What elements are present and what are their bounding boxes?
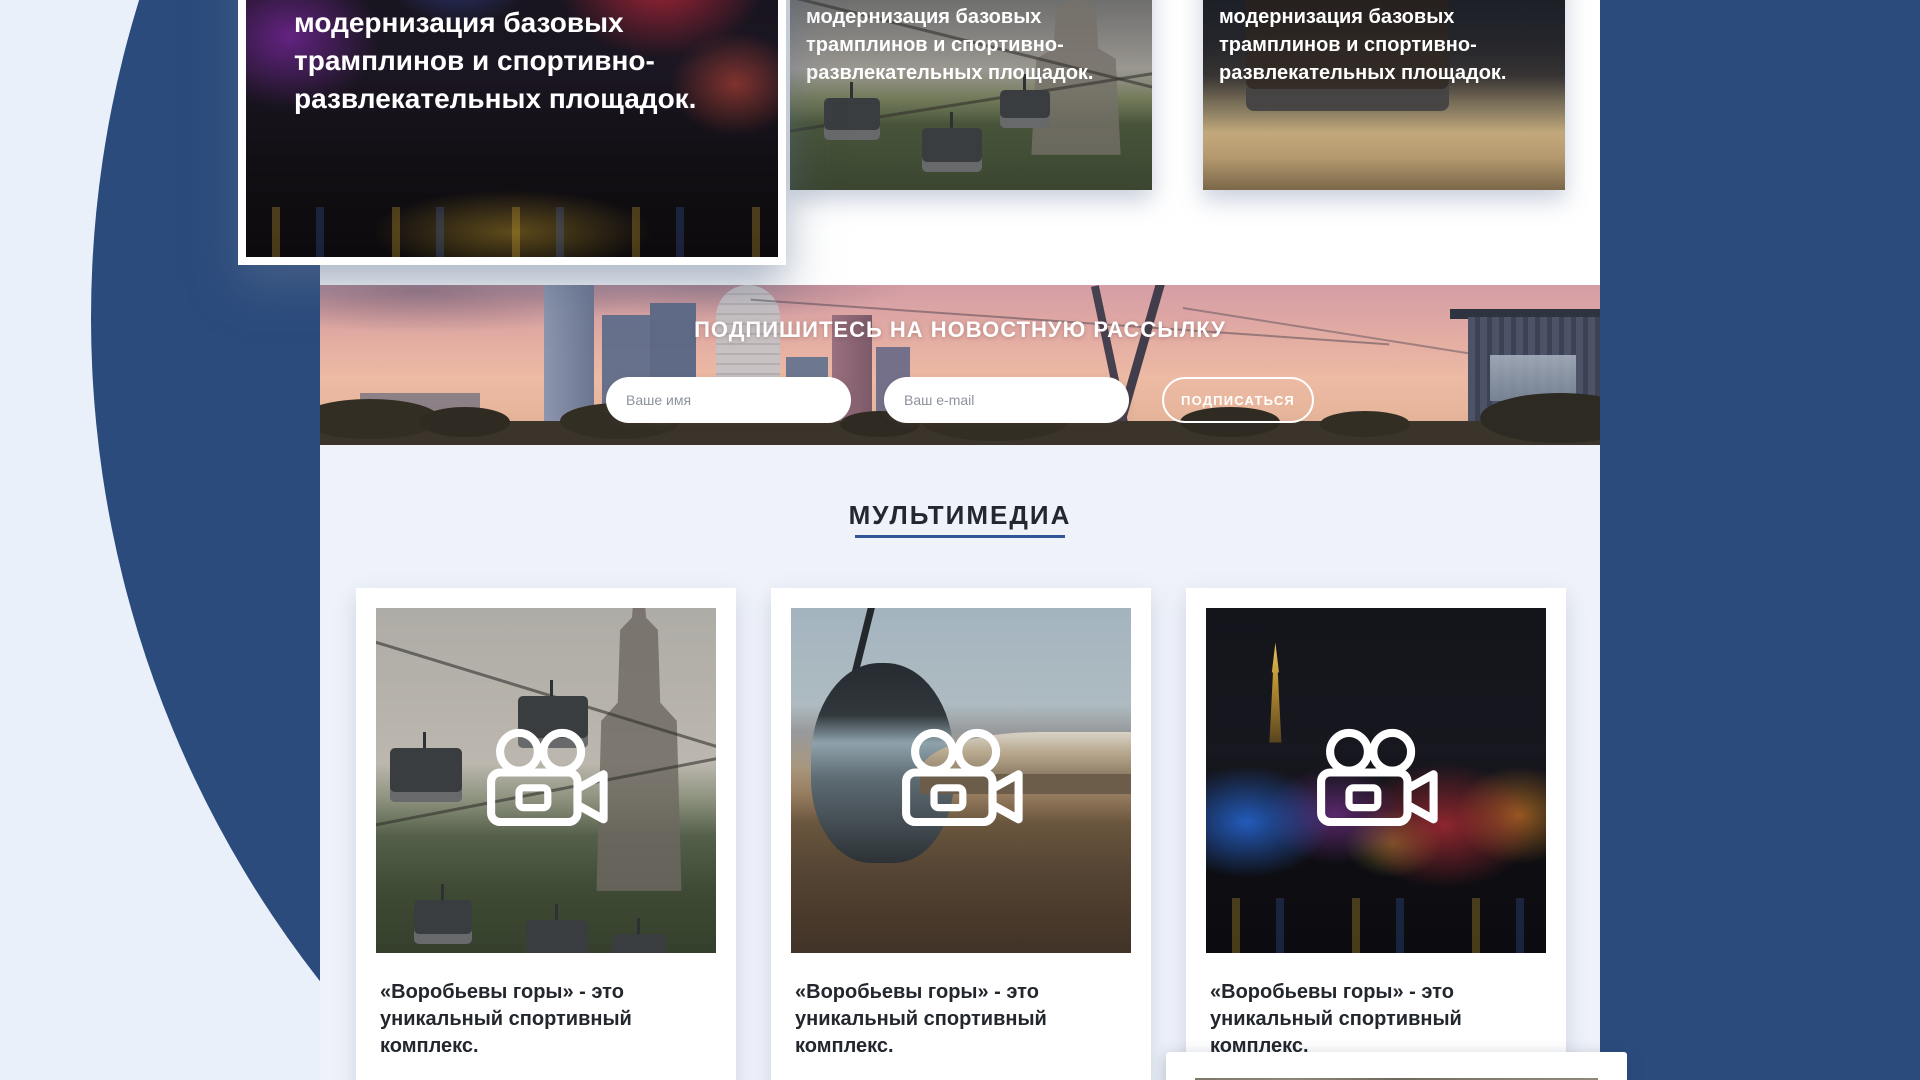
video-card-caption: «Воробьевы горы» - это уникальный спорти… bbox=[1210, 979, 1542, 1060]
subscribe-button[interactable]: ПОДПИСАТЬСЯ bbox=[1162, 377, 1314, 423]
video-thumbnail-night bbox=[1206, 608, 1546, 953]
cable-cabin bbox=[824, 98, 880, 140]
cable-cabin bbox=[390, 748, 462, 802]
video-card-caption: «Воробьевы горы» - это уникальный спорти… bbox=[795, 979, 1127, 1060]
newsletter-banner: ПОДПИШИТЕСЬ НА НОВОСТНУЮ РАССЫЛКУ ПОДПИС… bbox=[320, 285, 1600, 445]
slide-image-night-festival: модернизация базовых трамплинов и спорти… bbox=[246, 0, 778, 257]
carousel-slide-2[interactable]: модернизация базовых трамплинов и спорти… bbox=[790, 0, 1152, 190]
video-thumbnail-gondola bbox=[791, 608, 1131, 953]
carousel-slide-3[interactable]: модернизация базовых трамплинов и спорти… bbox=[1203, 0, 1565, 190]
newsletter-form: ПОДПИСАТЬСЯ bbox=[320, 377, 1600, 423]
video-camera-icon[interactable] bbox=[483, 727, 609, 827]
slide-caption: модернизация базовых трамплинов и спорти… bbox=[1219, 3, 1539, 87]
video-camera-icon[interactable] bbox=[1313, 727, 1439, 827]
video-thumbnail-cablecars bbox=[376, 608, 716, 953]
bottom-popup-card[interactable] bbox=[1166, 1052, 1627, 1080]
cable-cabin bbox=[1000, 90, 1050, 128]
video-card-3[interactable]: «Воробьевы горы» - это уникальный спорти… bbox=[1186, 588, 1566, 1080]
slide-caption: модернизация базовых трамплинов и спорти… bbox=[294, 4, 744, 118]
video-card-caption: «Воробьевы горы» - это уникальный спорти… bbox=[380, 979, 712, 1060]
cable-cabin bbox=[612, 934, 666, 953]
multimedia-section: МУЛЬТИМЕДИА bbox=[320, 445, 1600, 1080]
video-card-1[interactable]: «Воробьевы горы» - это уникальный спорти… bbox=[356, 588, 736, 1080]
email-input[interactable] bbox=[884, 377, 1129, 423]
title-underline bbox=[855, 535, 1065, 538]
cable-cabin bbox=[414, 900, 472, 944]
multimedia-cards-row: «Воробьевы горы» - это уникальный спорти… bbox=[356, 588, 1566, 1080]
newsletter-title: ПОДПИШИТЕСЬ НА НОВОСТНУЮ РАССЫЛКУ bbox=[320, 317, 1600, 343]
cable-cabin bbox=[526, 920, 588, 953]
video-card-2[interactable]: «Воробьевы горы» - это уникальный спорти… bbox=[771, 588, 1151, 1080]
video-camera-icon[interactable] bbox=[898, 727, 1024, 827]
lit-spire-silhouette bbox=[1260, 643, 1290, 743]
name-input[interactable] bbox=[606, 377, 851, 423]
water-reflections bbox=[1206, 898, 1546, 953]
cable-cabin bbox=[922, 128, 982, 172]
water-reflections bbox=[246, 207, 778, 257]
section-title: МУЛЬТИМЕДИА bbox=[320, 500, 1600, 531]
slide-caption: модернизация базовых трамплинов и спорти… bbox=[806, 3, 1126, 87]
carousel-slide-1-active[interactable]: модернизация базовых трамплинов и спорти… bbox=[238, 0, 786, 265]
page: модернизация базовых трамплинов и спорти… bbox=[0, 0, 1920, 1080]
